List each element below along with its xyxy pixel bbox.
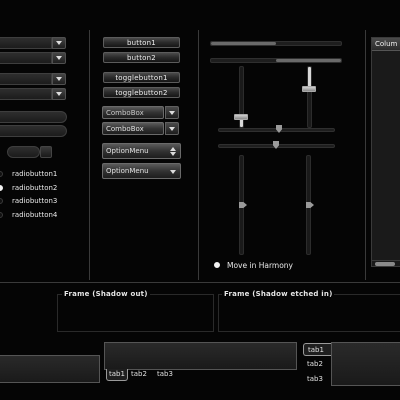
- scale-knob-4[interactable]: [306, 202, 314, 208]
- combo-dropdown-button-3[interactable]: [52, 73, 66, 85]
- progress-fill: [276, 59, 341, 62]
- combobox-2-arrow[interactable]: [165, 122, 179, 135]
- combobox-2[interactable]: ComboBox: [102, 122, 164, 135]
- togglebutton1[interactable]: togglebutton1: [103, 72, 180, 83]
- chevron-down-icon: [56, 92, 62, 96]
- frame-shadow-out-label: Frame (Shadow out): [62, 290, 150, 298]
- up-down-arrows-icon: [170, 147, 176, 156]
- scrollbar-thumb[interactable]: [375, 262, 395, 266]
- chevron-down-icon: [56, 41, 62, 45]
- combobox-1[interactable]: ComboBox: [102, 106, 164, 119]
- optionmenu-1-label: OptionMenu: [106, 147, 149, 155]
- column-separator: [365, 30, 366, 280]
- chevron-down-icon: [56, 56, 62, 60]
- tree-view[interactable]: Colum: [371, 37, 400, 265]
- notebook-2-tab-1[interactable]: tab1: [303, 343, 331, 356]
- combobox-1-arrow[interactable]: [165, 106, 179, 119]
- notebook-2-page: [331, 342, 400, 386]
- vertical-progressbar-right: [307, 66, 312, 128]
- tree-horizontal-scrollbar[interactable]: [371, 260, 400, 267]
- notebook-2-tab-3[interactable]: tab3: [303, 373, 331, 386]
- frame-shadow-etched-in: [218, 294, 400, 332]
- togglebutton2[interactable]: togglebutton2: [103, 87, 180, 98]
- button1[interactable]: button1: [103, 37, 180, 48]
- progress-fill: [211, 42, 276, 45]
- notebook-2-tab-2[interactable]: tab2: [303, 358, 331, 371]
- frame-shadow-out: [57, 294, 214, 332]
- column-separator: [89, 30, 90, 280]
- combo-dropdown-button-2[interactable]: [52, 52, 66, 64]
- radio-button-label: radiobutton4: [12, 210, 58, 219]
- chevron-down-icon: [169, 127, 175, 131]
- scale-knob-3[interactable]: [239, 202, 247, 208]
- chevron-down-icon: [170, 170, 176, 174]
- row-separator: [0, 282, 400, 283]
- chevron-down-icon: [169, 111, 175, 115]
- tree-column-header[interactable]: Colum: [372, 38, 400, 51]
- notebook-1-tab-2[interactable]: tab2: [129, 369, 149, 380]
- combo-entry-3[interactable]: [0, 73, 52, 85]
- vertical-scale-slider-right[interactable]: [302, 86, 316, 92]
- radio-button-label: radiobutton3: [12, 197, 58, 205]
- text-entry-2[interactable]: [0, 125, 67, 137]
- notebook-page-left: [0, 355, 100, 383]
- move-in-harmony-check[interactable]: [214, 262, 220, 268]
- column-separator: [198, 30, 199, 280]
- combo-dropdown-button-1[interactable]: [52, 37, 66, 49]
- spin-button[interactable]: [40, 146, 52, 158]
- combo-entry-4[interactable]: [0, 88, 52, 100]
- text-entry-1[interactable]: [0, 111, 67, 123]
- vertical-scale-slider-left[interactable]: [234, 114, 248, 120]
- chevron-down-icon: [56, 77, 62, 81]
- radio-button-label: radiobutton2: [12, 183, 58, 192]
- progressbar-top: [210, 41, 342, 46]
- radio-button-4[interactable]: [0, 211, 3, 218]
- radio-button-1[interactable]: [0, 171, 3, 177]
- notebook-1-tab-3[interactable]: tab3: [155, 369, 175, 380]
- button2[interactable]: button2: [103, 52, 180, 63]
- spin-entry[interactable]: [7, 146, 40, 158]
- notebook-1-tab-1[interactable]: tab1: [106, 369, 128, 381]
- combo-entry-1[interactable]: [0, 37, 52, 49]
- radio-button-label: radiobutton1: [12, 170, 58, 178]
- move-in-harmony-label: Move in Harmony: [227, 261, 293, 270]
- optionmenu-2-label: OptionMenu: [106, 167, 149, 175]
- progressbar-second: [210, 58, 342, 63]
- combo-entry-2[interactable]: [0, 52, 52, 64]
- radio-button-3[interactable]: [0, 198, 3, 204]
- notebook-1-page: [104, 342, 297, 370]
- optionmenu-2[interactable]: OptionMenu: [102, 163, 181, 179]
- frame-shadow-etched-in-label: Frame (Shadow etched in): [222, 290, 335, 298]
- optionmenu-1[interactable]: OptionMenu: [102, 143, 181, 159]
- radio-button-2[interactable]: [0, 184, 3, 191]
- combo-dropdown-button-4[interactable]: [52, 88, 66, 100]
